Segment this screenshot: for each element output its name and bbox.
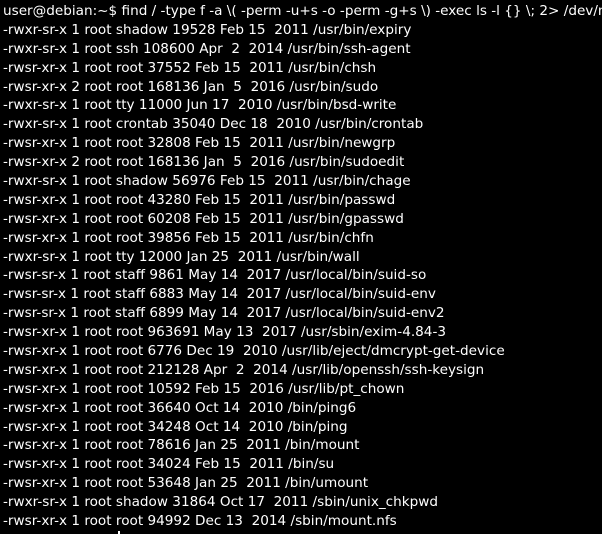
output-line: -rwsr-xr-x 1 root root 6776 Dec 19 2010 … xyxy=(3,343,505,360)
output-line: -rwsr-xr-x 2 root root 168136 Jan 5 2016… xyxy=(3,78,379,95)
output-line: -rwxr-sr-x 1 root tty 11000 Jun 17 2010 … xyxy=(3,97,397,114)
command-output: -rwxr-sr-x 1 root shadow 19528 Feb 15 20… xyxy=(3,21,602,531)
output-line: -rwsr-xr-x 1 root root 37552 Feb 15 2011… xyxy=(3,59,377,76)
terminal-window[interactable]: user@debian:~$ find / -type f -a \( -per… xyxy=(0,0,602,534)
output-line: -rwxr-sr-x 1 root shadow 19528 Feb 15 20… xyxy=(3,21,412,38)
output-line: -rwxr-sr-x 1 root shadow 31864 Oct 17 20… xyxy=(3,494,439,511)
output-line: -rwsr-xr-x 1 root root 10592 Feb 15 2016… xyxy=(3,380,405,397)
command-line: user@debian:~$ find / -type f -a \( -per… xyxy=(3,3,602,19)
output-line: -rwsr-xr-x 1 root root 43280 Feb 15 2011… xyxy=(3,191,396,208)
output-line: -rwsr-xr-x 1 root root 32808 Feb 15 2011… xyxy=(3,135,396,152)
output-line: -rwsr-sr-x 1 root staff 6883 May 14 2017… xyxy=(3,286,436,303)
output-line: -rwsr-xr-x 1 root root 963691 May 13 201… xyxy=(3,324,447,341)
output-line: -rwsr-xr-x 1 root root 94992 Dec 13 2014… xyxy=(3,513,397,530)
output-line: -rwsr-xr-x 1 root root 60208 Feb 15 2011… xyxy=(3,210,404,227)
output-line: -rwsr-xr-x 1 root root 78616 Jan 25 2011… xyxy=(3,437,360,454)
output-line: -rwxr-sr-x 1 root shadow 56976 Feb 15 20… xyxy=(3,173,411,190)
output-line: -rwsr-sr-x 1 root staff 6899 May 14 2017… xyxy=(3,305,445,322)
output-line: -rwsr-xr-x 1 root root 34248 Oct 14 2010… xyxy=(3,418,348,435)
output-line: -rwxr-sr-x 1 root crontab 35040 Dec 18 2… xyxy=(3,116,424,133)
output-line: -rwxr-sr-x 1 root ssh 108600 Apr 2 2014 … xyxy=(3,40,411,57)
output-line: -rwsr-sr-x 1 root staff 9861 May 14 2017… xyxy=(3,267,427,284)
output-line: -rwsr-xr-x 1 root root 53648 Jan 25 2011… xyxy=(3,475,369,492)
output-line: -rwsr-xr-x 1 root root 34024 Feb 15 2011… xyxy=(3,456,335,473)
output-line: -rwsr-xr-x 1 root root 212128 Apr 2 2014… xyxy=(3,361,485,378)
output-line: -rwxr-sr-x 1 root tty 12000 Jan 25 2011 … xyxy=(3,248,360,265)
output-line: -rwsr-xr-x 1 root root 36640 Oct 14 2010… xyxy=(3,399,357,416)
output-line: -rwsr-xr-x 2 root root 168136 Jan 5 2016… xyxy=(3,154,405,171)
output-line: -rwsr-xr-x 1 root root 39856 Feb 15 2011… xyxy=(3,229,374,246)
